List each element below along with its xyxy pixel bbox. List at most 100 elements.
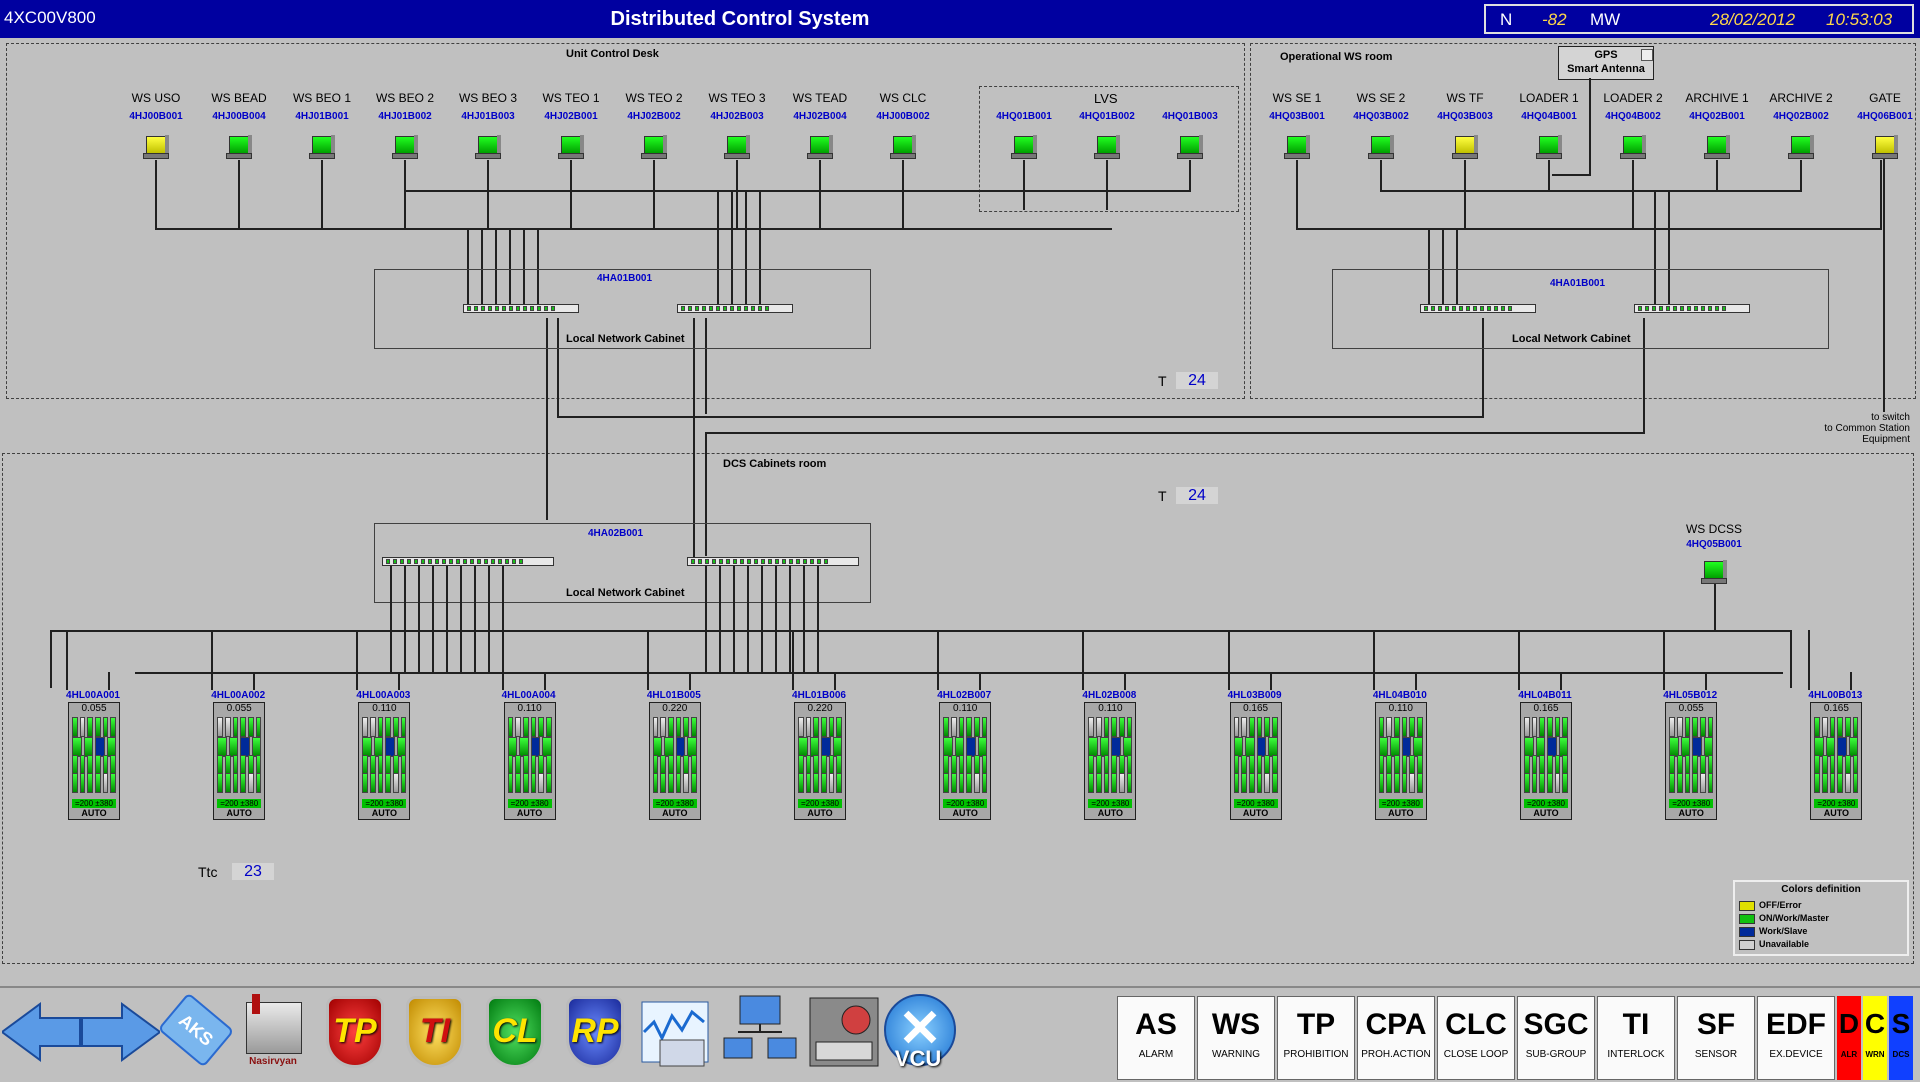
workstation-monitor-icon[interactable] [1452,133,1478,159]
workstation-monitor-icon[interactable] [890,133,916,159]
code-button-cpa[interactable]: CPA PROH.ACTION [1357,996,1435,1080]
vcu-close-icon[interactable]: ✕ VCU [880,992,956,1076]
io-modules [1524,717,1569,737]
workstation-monitor-icon[interactable] [1620,133,1646,159]
ws-dcss-monitor-icon[interactable] [1701,558,1727,584]
workstation-monitor-icon[interactable] [1704,133,1730,159]
status-readout: N -82 MW 28/02/2012 10:53:03 [1484,4,1914,34]
workstation-monitor-icon[interactable] [392,133,418,159]
code-button-sf[interactable]: SF SENSOR [1677,996,1755,1080]
network-bus [557,416,1484,418]
rack-mode: AUTO [1678,808,1704,818]
gps-antenna[interactable]: GPS Smart Antenna [1558,46,1654,80]
gps-wire [1552,174,1591,176]
workstation-monitor-icon[interactable] [1368,133,1394,159]
controller-rack[interactable]: 4HL01B006 0.220 =200 ±380 AUTO [790,690,848,828]
switch-note: to switch to Common Station Equipment [1770,412,1910,445]
dcs-indicator-letter: D [1838,1008,1860,1039]
network-switch[interactable] [382,557,554,566]
control-panel-icon[interactable] [806,992,879,1076]
forward-arrow-icon[interactable] [81,1002,160,1062]
workstation-monitor-icon[interactable] [1011,133,1037,159]
monitor-base [143,153,169,159]
controller-rack[interactable]: 4HL04B010 0.110 =200 ±380 AUTO [1371,690,1429,828]
rack-body: 0.055 =200 ±380 AUTO [68,702,120,820]
aks-label: AKS [157,992,235,1068]
rack-body: 0.220 =200 ±380 AUTO [794,702,846,820]
workstation-monitor-icon[interactable] [807,133,833,159]
plant-icon[interactable]: Nasirvyan [238,992,308,1076]
workstation-monitor-icon[interactable] [1284,133,1310,159]
ti-shield-icon[interactable]: TI [400,992,470,1076]
dcs-cabinets-room-label: DCS Cabinets room [723,458,827,470]
vcu-label: VCU [894,1046,942,1071]
workstation-monitor-icon[interactable] [143,133,169,159]
workstation-monitor-icon[interactable] [1094,133,1120,159]
rack-code: 4HL02B008 [1082,690,1137,701]
network-wire [979,672,982,690]
io-modules [1524,737,1568,757]
controller-rack[interactable]: 4HL01B005 0.220 =200 ±380 AUTO [645,690,703,828]
network-switch[interactable] [677,304,793,313]
code-button-tp[interactable]: TP PROHIBITION [1277,996,1355,1080]
trend-icon[interactable] [640,992,710,1076]
io-modules [72,755,117,775]
workstation-monitor-icon[interactable] [475,133,501,159]
workstation-monitor-icon[interactable] [226,133,252,159]
back-arrow-icon[interactable] [2,1002,81,1062]
cl-shield-icon[interactable]: CL [480,992,550,1076]
code-button-ti[interactable]: TI INTERLOCK [1597,996,1675,1080]
controller-rack[interactable]: 4HL05B012 0.055 =200 ±380 AUTO [1661,690,1719,828]
monitor-side [248,135,252,153]
workstation-code: 4HJ00B001 [129,111,183,122]
monitor-base [724,153,750,159]
workstation-monitor-icon[interactable] [1872,133,1898,159]
controller-rack[interactable]: 4HL00A001 0.055 =200 ±380 AUTO [64,690,122,828]
controller-rack[interactable]: 4HL00A002 0.055 =200 ±380 AUTO [209,690,267,828]
rp-shield-icon[interactable]: RP [560,992,630,1076]
workstation-monitor-icon[interactable] [1177,133,1203,159]
controller-rack[interactable]: 4HL02B008 0.110 =200 ±380 AUTO [1080,690,1138,828]
network-icon[interactable] [720,992,797,1076]
controller-rack[interactable]: 4HL02B007 0.110 =200 ±380 AUTO [935,690,993,828]
network-switch[interactable] [1420,304,1536,313]
dcs-indicator-c[interactable]: C WRN [1863,996,1887,1080]
code-button-code: WS [1211,1008,1261,1041]
controller-rack[interactable]: 4HL00A003 0.110 =200 ±380 AUTO [354,690,412,828]
aks-tag-icon[interactable]: AKS [157,992,235,1076]
io-modules [72,773,117,793]
code-button-sgc[interactable]: SGC SUB-GROUP [1517,996,1595,1080]
controller-rack[interactable]: 4HL00A004 0.110 =200 ±380 AUTO [500,690,558,828]
network-switch[interactable] [1634,304,1750,313]
code-button-as[interactable]: AS ALARM [1117,996,1195,1080]
network-switch[interactable] [687,557,859,566]
workstation-code: 4HJ01B001 [295,111,349,122]
controller-rack[interactable]: 4HL03B009 0.165 =200 ±380 AUTO [1226,690,1284,828]
workstation-monitor-icon[interactable] [558,133,584,159]
code-button-ws[interactable]: WS WARNING [1197,996,1275,1080]
dcs-indicator-s[interactable]: S DCS [1889,996,1913,1080]
gps-sublabel: Smart Antenna [1567,63,1645,75]
network-switch[interactable] [463,304,579,313]
code-button-code: CPA [1365,1008,1427,1041]
controller-rack[interactable]: 4HL04B011 0.165 =200 ±380 AUTO [1516,690,1574,828]
workstation-monitor-icon[interactable] [1788,133,1814,159]
rack-body: 0.220 =200 ±380 AUTO [648,702,701,820]
io-modules [1088,755,1133,775]
workstation-monitor-icon[interactable] [724,133,750,159]
rack-body: 0.165 =200 ±380 AUTO [1229,702,1282,820]
controller-rack[interactable]: 4HL00B013 0.165 =200 ±380 AUTO [1806,690,1864,828]
code-button-edf[interactable]: EDF EX.DEVICE [1757,996,1835,1080]
workstation-monitor-icon[interactable] [1536,133,1562,159]
workstation-monitor-icon[interactable] [309,133,335,159]
rack-body: 0.110 =200 ±380 AUTO [1374,702,1427,820]
monitor-side [829,135,833,153]
rack-power: =200 ±380 [1524,799,1568,808]
back-forward-arrows-icon[interactable] [2,1002,160,1062]
code-button-clc[interactable]: CLC CLOSE LOOP [1437,996,1515,1080]
tp-shield-icon[interactable]: TP [320,992,390,1076]
monitor-screen [1707,136,1727,154]
monitor-screen [1287,136,1307,154]
dcs-indicator-d[interactable]: D ALR [1837,996,1861,1080]
workstation-monitor-icon[interactable] [641,133,667,159]
